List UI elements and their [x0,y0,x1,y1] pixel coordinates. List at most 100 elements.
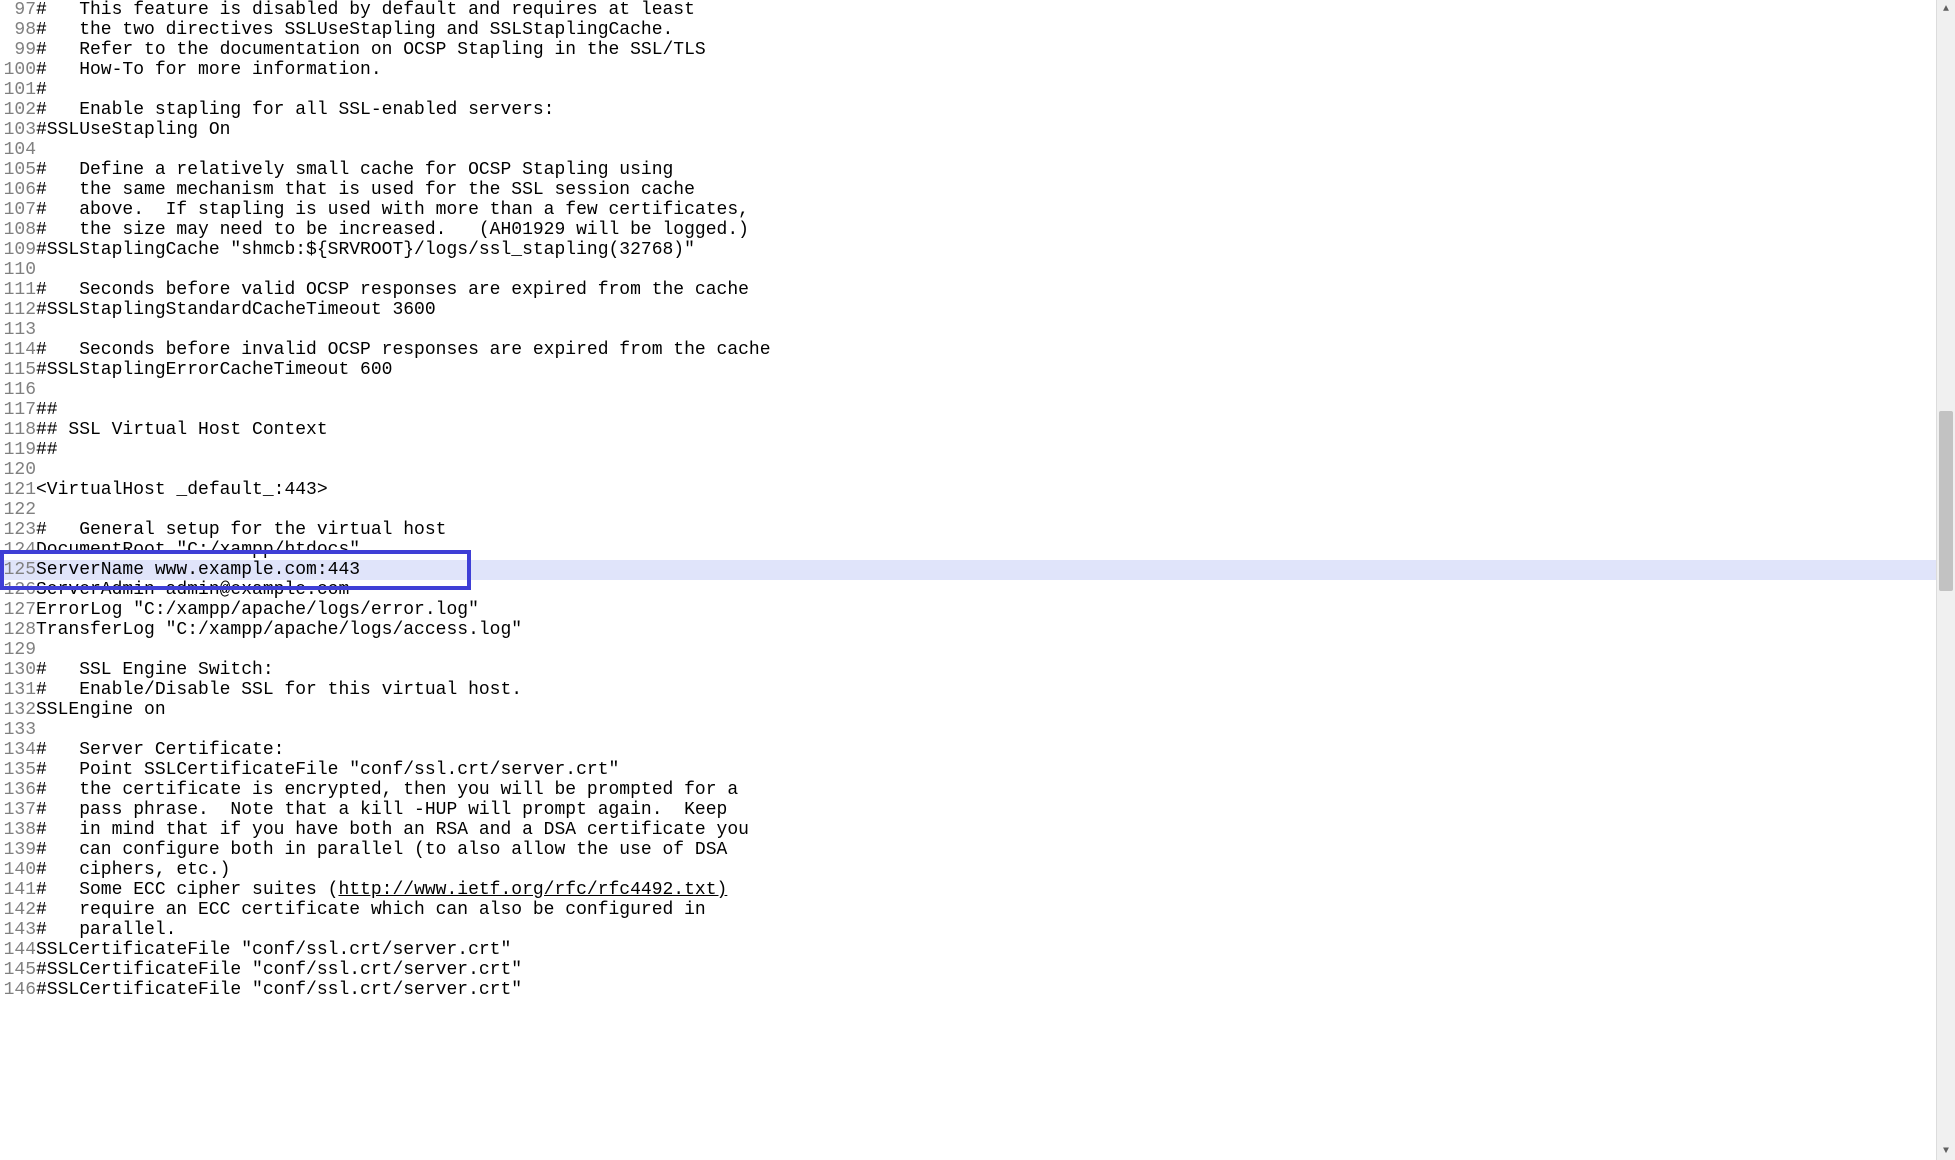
line-number: 143 [0,920,36,940]
line-text [36,500,1936,520]
line-number: 133 [0,720,36,740]
code-line[interactable]: 101# [0,80,1936,100]
line-number: 116 [0,380,36,400]
code-line[interactable]: 114# Seconds before invalid OCSP respons… [0,340,1936,360]
line-number: 99 [0,40,36,60]
line-number: 129 [0,640,36,660]
line-text: ServerName www.example.com:443 [36,560,1936,580]
code-line[interactable]: 127ErrorLog "C:/xampp/apache/logs/error.… [0,600,1936,620]
line-text: SSLEngine on [36,700,1936,720]
scroll-down-button[interactable]: ▼ [1937,1142,1955,1160]
code-line[interactable]: 97# This feature is disabled by default … [0,0,1936,20]
code-line[interactable]: 111# Seconds before valid OCSP responses… [0,280,1936,300]
code-line[interactable]: 118## SSL Virtual Host Context [0,420,1936,440]
line-number: 140 [0,860,36,880]
line-text: #SSLCertificateFile "conf/ssl.crt/server… [36,960,1936,980]
code-line[interactable]: 124DocumentRoot "C:/xampp/htdocs" [0,540,1936,560]
scroll-thumb[interactable] [1939,411,1953,591]
line-text: # the size may need to be increased. (AH… [36,220,1936,240]
code-line[interactable]: 99# Refer to the documentation on OCSP S… [0,40,1936,60]
code-line[interactable]: 142# require an ECC certificate which ca… [0,900,1936,920]
line-text [36,640,1936,660]
line-text: #SSLStaplingErrorCacheTimeout 600 [36,360,1936,380]
line-text: #SSLUseStapling On [36,120,1936,140]
code-line[interactable]: 107# above. If stapling is used with mor… [0,200,1936,220]
code-line[interactable]: 123# General setup for the virtual host [0,520,1936,540]
url-link[interactable]: http://www.ietf.org/rfc/rfc4492.txt) [338,880,727,900]
line-text [36,460,1936,480]
code-line[interactable]: 117## [0,400,1936,420]
code-line[interactable]: 143# parallel. [0,920,1936,940]
line-text: # in mind that if you have both an RSA a… [36,820,1936,840]
code-line[interactable]: 141# Some ECC cipher suites (http://www.… [0,880,1936,900]
code-line[interactable]: 105# Define a relatively small cache for… [0,160,1936,180]
code-line[interactable]: 138# in mind that if you have both an RS… [0,820,1936,840]
line-number: 117 [0,400,36,420]
line-text: # Point SSLCertificateFile "conf/ssl.crt… [36,760,1936,780]
code-line[interactable]: 136# the certificate is encrypted, then … [0,780,1936,800]
code-line[interactable]: 102# Enable stapling for all SSL-enabled… [0,100,1936,120]
code-line[interactable]: 120 [0,460,1936,480]
code-line[interactable]: 115#SSLStaplingErrorCacheTimeout 600 [0,360,1936,380]
code-editor[interactable]: 97# This feature is disabled by default … [0,0,1955,1160]
code-line[interactable]: 134# Server Certificate: [0,740,1936,760]
code-line[interactable]: 145#SSLCertificateFile "conf/ssl.crt/ser… [0,960,1936,980]
code-line[interactable]: 132SSLEngine on [0,700,1936,720]
code-line[interactable]: 146#SSLCertificateFile "conf/ssl.crt/ser… [0,980,1936,1000]
line-number: 137 [0,800,36,820]
line-number: 138 [0,820,36,840]
code-line[interactable]: 113 [0,320,1936,340]
line-number: 136 [0,780,36,800]
line-text: # This feature is disabled by default an… [36,0,1936,20]
line-number: 122 [0,500,36,520]
code-line[interactable]: 100# How-To for more information. [0,60,1936,80]
line-number: 112 [0,300,36,320]
line-text: ServerAdmin admin@example.com [36,580,1936,600]
code-line[interactable]: 108# the size may need to be increased. … [0,220,1936,240]
line-number: 124 [0,540,36,560]
line-text [36,320,1936,340]
code-line[interactable]: 129 [0,640,1936,660]
line-text: # [36,80,1936,100]
code-line[interactable]: 121<VirtualHost _default_:443> [0,480,1936,500]
code-line[interactable]: 135# Point SSLCertificateFile "conf/ssl.… [0,760,1936,780]
line-text: # General setup for the virtual host [36,520,1936,540]
code-line[interactable]: 116 [0,380,1936,400]
code-line[interactable]: 137# pass phrase. Note that a kill -HUP … [0,800,1936,820]
line-number: 114 [0,340,36,360]
line-text: # ciphers, etc.) [36,860,1936,880]
code-line[interactable]: 106# the same mechanism that is used for… [0,180,1936,200]
code-line[interactable]: 140# ciphers, etc.) [0,860,1936,880]
scroll-up-button[interactable]: ▲ [1937,0,1955,18]
code-line[interactable]: 98# the two directives SSLUseStapling an… [0,20,1936,40]
code-line[interactable]: 144SSLCertificateFile "conf/ssl.crt/serv… [0,940,1936,960]
line-text: ## [36,400,1936,420]
vertical-scrollbar[interactable]: ▲ ▼ [1936,0,1955,1160]
line-text: # pass phrase. Note that a kill -HUP wil… [36,800,1936,820]
code-line[interactable]: 133 [0,720,1936,740]
code-line[interactable]: 122 [0,500,1936,520]
code-lines[interactable]: 97# This feature is disabled by default … [0,0,1936,1160]
line-text [36,260,1936,280]
line-text: # Server Certificate: [36,740,1936,760]
line-number: 131 [0,680,36,700]
code-line[interactable]: 110 [0,260,1936,280]
scroll-track[interactable] [1937,18,1955,1142]
code-line[interactable]: 119## [0,440,1936,460]
line-number: 98 [0,20,36,40]
line-number: 120 [0,460,36,480]
code-line[interactable]: 130# SSL Engine Switch: [0,660,1936,680]
line-number: 109 [0,240,36,260]
line-text: SSLCertificateFile "conf/ssl.crt/server.… [36,940,1936,960]
code-line[interactable]: 139# can configure both in parallel (to … [0,840,1936,860]
code-line[interactable]: 128TransferLog "C:/xampp/apache/logs/acc… [0,620,1936,640]
code-line[interactable]: 109#SSLStaplingCache "shmcb:${SRVROOT}/l… [0,240,1936,260]
code-line[interactable]: 104 [0,140,1936,160]
code-line[interactable]: 112#SSLStaplingStandardCacheTimeout 3600 [0,300,1936,320]
code-line[interactable]: 103#SSLUseStapling On [0,120,1936,140]
code-line[interactable]: 131# Enable/Disable SSL for this virtual… [0,680,1936,700]
line-text: # the two directives SSLUseStapling and … [36,20,1936,40]
code-line[interactable]: 125ServerName www.example.com:443 [0,560,1936,580]
code-line[interactable]: 126ServerAdmin admin@example.com [0,580,1936,600]
line-number: 141 [0,880,36,900]
